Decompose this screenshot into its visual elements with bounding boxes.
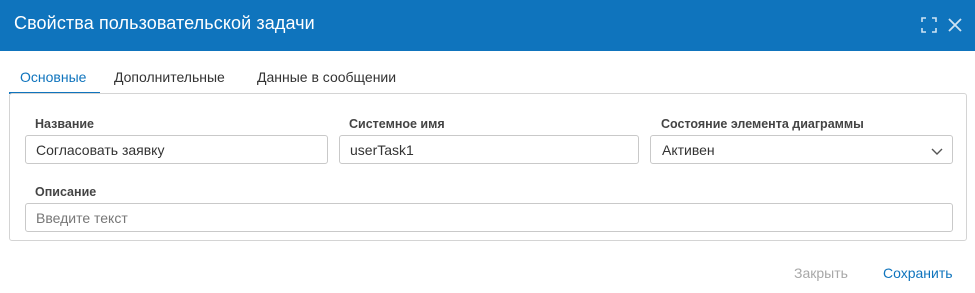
description-label: Описание [35,185,97,199]
system-name-input[interactable] [339,135,639,164]
name-input[interactable] [25,135,328,164]
state-label: Состояние элемента диаграммы [661,117,864,131]
dialog-header: Свойства пользовательской задачи [0,0,975,51]
form-panel: Название Системное имя Состояние элемент… [9,93,967,241]
close-icon[interactable] [946,16,964,34]
tab-message-data[interactable]: Данные в сообщении [257,66,396,94]
description-input[interactable] [25,203,953,232]
tab-main[interactable]: Основные [9,66,100,94]
close-button[interactable]: Закрыть [794,265,848,281]
system-name-label: Системное имя [349,117,445,131]
chevron-down-icon [931,144,943,156]
expand-icon[interactable] [920,16,938,34]
state-select-value: Активен [662,142,715,158]
tab-additional[interactable]: Дополнительные [114,66,225,94]
dialog-title: Свойства пользовательской задачи [14,13,315,33]
save-button[interactable]: Сохранить [883,265,953,281]
state-select[interactable]: Активен [650,135,953,164]
name-label: Название [35,117,95,131]
